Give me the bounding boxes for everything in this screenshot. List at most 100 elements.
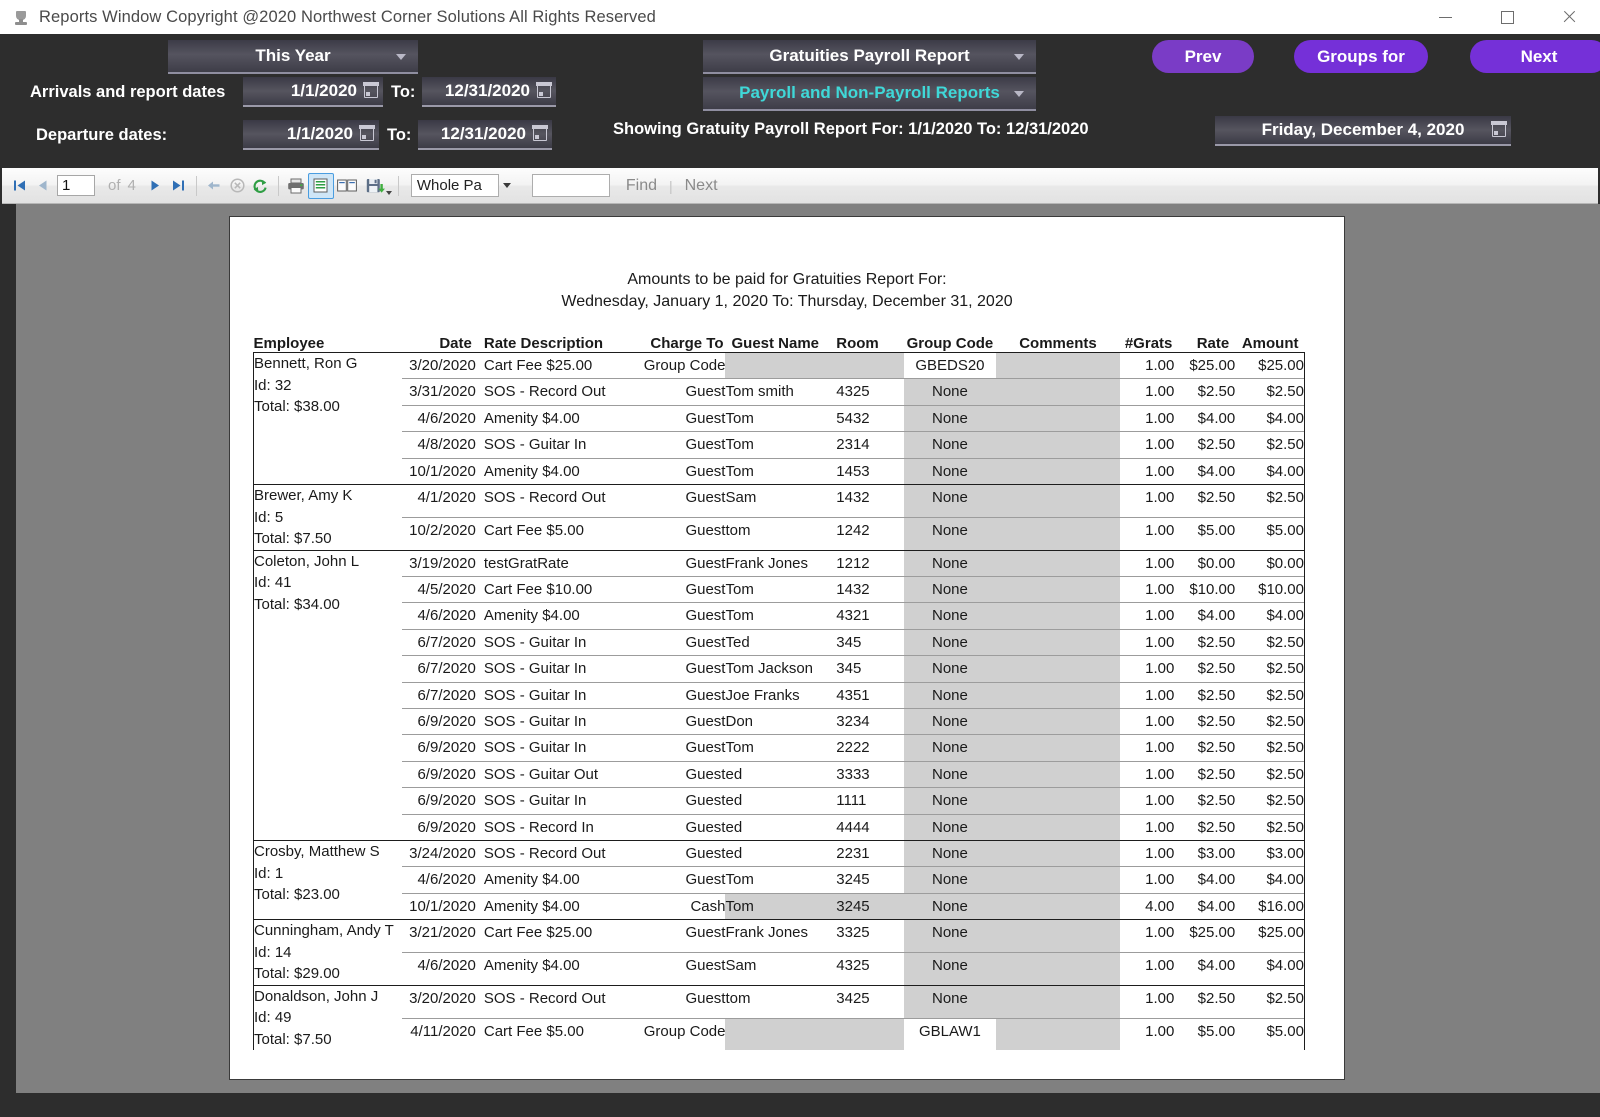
maximize-button[interactable]: [1476, 0, 1538, 34]
cell-comments: [996, 629, 1120, 655]
cell-rate: $2.50: [1174, 379, 1235, 405]
next-button[interactable]: Next: [1470, 40, 1600, 73]
cell-amount: $2.50: [1235, 814, 1304, 840]
cell-guest-name: [725, 353, 828, 379]
cell-comments: [996, 920, 1120, 953]
cell-date: 10/1/2020: [402, 458, 475, 484]
prev-button-label: Prev: [1185, 47, 1222, 67]
previous-page-icon[interactable]: [31, 173, 54, 199]
cell-grats: 1.00: [1120, 405, 1175, 431]
chevron-down-icon[interactable]: [499, 174, 516, 197]
table-row: 10/1/2020Amenity $4.00GuestTom1453None1.…: [254, 458, 1305, 484]
report-canvas[interactable]: Amounts to be paid for Gratuities Report…: [0, 204, 1600, 1105]
report-date-input[interactable]: Friday, December 4, 2020: [1215, 116, 1511, 146]
cell-amount: $2.50: [1235, 788, 1304, 814]
toolbar-separator: [196, 176, 197, 196]
cell-charge-to: Guest: [644, 952, 726, 985]
cell-amount: $2.50: [1235, 761, 1304, 787]
print-icon[interactable]: [285, 173, 308, 199]
cell-amount: $2.50: [1235, 485, 1304, 518]
cell-rate-description: Amenity $4.00: [476, 603, 644, 629]
cell-charge-to: Guest: [644, 432, 726, 458]
table-row: Brewer, Amy KId: 5Total: $7.504/1/2020SO…: [254, 485, 1305, 518]
prev-button[interactable]: Prev: [1152, 40, 1254, 73]
cell-date: 4/11/2020: [402, 1018, 475, 1050]
find-button[interactable]: Find: [626, 177, 657, 195]
cell-amount: $2.50: [1235, 682, 1304, 708]
cell-rate-description: SOS - Record Out: [476, 485, 644, 518]
departure-to-input[interactable]: 12/31/2020: [418, 120, 552, 150]
cell-rate: $2.50: [1174, 708, 1235, 734]
cell-guest-name: ed: [725, 814, 828, 840]
zoom-select[interactable]: Whole Pa: [411, 174, 499, 197]
cell-charge-to: Guest: [644, 629, 726, 655]
employee-id: Id: 49: [254, 1007, 402, 1029]
cell-rate-description: Amenity $4.00: [476, 405, 644, 431]
calendar-icon: [1492, 122, 1506, 137]
refresh-icon[interactable]: [249, 173, 272, 199]
cell-rate: $10.00: [1174, 576, 1235, 602]
cell-grats: 1.00: [1120, 841, 1175, 867]
cell-charge-to: Guest: [644, 576, 726, 602]
col-group-code: Group Code: [904, 335, 996, 353]
cell-comments: [996, 814, 1120, 840]
arrivals-to-input[interactable]: 12/31/2020: [422, 77, 556, 107]
page-setup-icon[interactable]: [334, 173, 360, 199]
cell-guest-name: tom: [725, 985, 828, 1018]
employee-name: Brewer, Amy K: [254, 485, 402, 507]
cell-guest-name: Tom: [725, 603, 828, 629]
cell-group-code: None: [904, 550, 996, 576]
cell-date: 4/6/2020: [402, 603, 475, 629]
cell-comments: [996, 485, 1120, 518]
cell-rate: $0.00: [1174, 550, 1235, 576]
cell-charge-to: Guest: [644, 920, 726, 953]
col-room: Room: [828, 335, 904, 353]
cell-comments: [996, 788, 1120, 814]
back-arrow-icon[interactable]: [203, 173, 226, 199]
cell-date: 6/7/2020: [402, 656, 475, 682]
find-input[interactable]: [532, 174, 610, 197]
cell-guest-name: Don: [725, 708, 828, 734]
cell-guest-name: ed: [725, 788, 828, 814]
stop-icon[interactable]: [226, 173, 249, 199]
cell-charge-to: Guest: [644, 603, 726, 629]
page-number-input[interactable]: 1: [57, 175, 95, 196]
minimize-button[interactable]: [1414, 0, 1476, 34]
export-save-icon[interactable]: [360, 173, 392, 199]
cell-group-code: None: [904, 432, 996, 458]
cell-room: 1432: [828, 485, 904, 518]
cell-room: 1212: [828, 550, 904, 576]
close-button[interactable]: [1538, 0, 1600, 34]
departure-from-input[interactable]: 1/1/2020: [243, 120, 379, 150]
report-category-select[interactable]: Payroll and Non-Payroll Reports: [703, 77, 1036, 111]
groups-for-button[interactable]: Groups for: [1294, 40, 1428, 73]
col-grats: #Grats: [1120, 335, 1175, 353]
cell-rate: $2.50: [1174, 629, 1235, 655]
cell-room: 1453: [828, 458, 904, 484]
find-next-button[interactable]: Next: [685, 177, 718, 195]
cell-amount: $10.00: [1235, 576, 1304, 602]
cell-rate-description: SOS - Guitar In: [476, 735, 644, 761]
cell-date: 6/9/2020: [402, 814, 475, 840]
cell-comments: [996, 682, 1120, 708]
report-select[interactable]: Gratuities Payroll Report: [703, 40, 1036, 74]
cell-comments: [996, 735, 1120, 761]
cell-room: 4325: [828, 379, 904, 405]
cell-grats: 1.00: [1120, 629, 1175, 655]
next-page-icon[interactable]: [144, 173, 167, 199]
cell-rate-description: SOS - Guitar In: [476, 788, 644, 814]
cell-date: 3/31/2020: [402, 379, 475, 405]
arrivals-to-label: To:: [391, 83, 415, 102]
arrivals-from-input[interactable]: 1/1/2020: [243, 77, 383, 107]
cell-room: 345: [828, 629, 904, 655]
cell-room: 345: [828, 656, 904, 682]
page-layout-icon[interactable]: [308, 173, 334, 199]
period-select[interactable]: This Year: [168, 40, 418, 74]
cell-rate-description: Cart Fee $5.00: [476, 1018, 644, 1050]
first-page-icon[interactable]: [8, 173, 31, 199]
cell-grats: 1.00: [1120, 708, 1175, 734]
last-page-icon[interactable]: [167, 173, 190, 199]
cell-group-code: None: [904, 920, 996, 953]
departure-to-label: To:: [387, 126, 411, 145]
cell-charge-to: Guest: [644, 761, 726, 787]
